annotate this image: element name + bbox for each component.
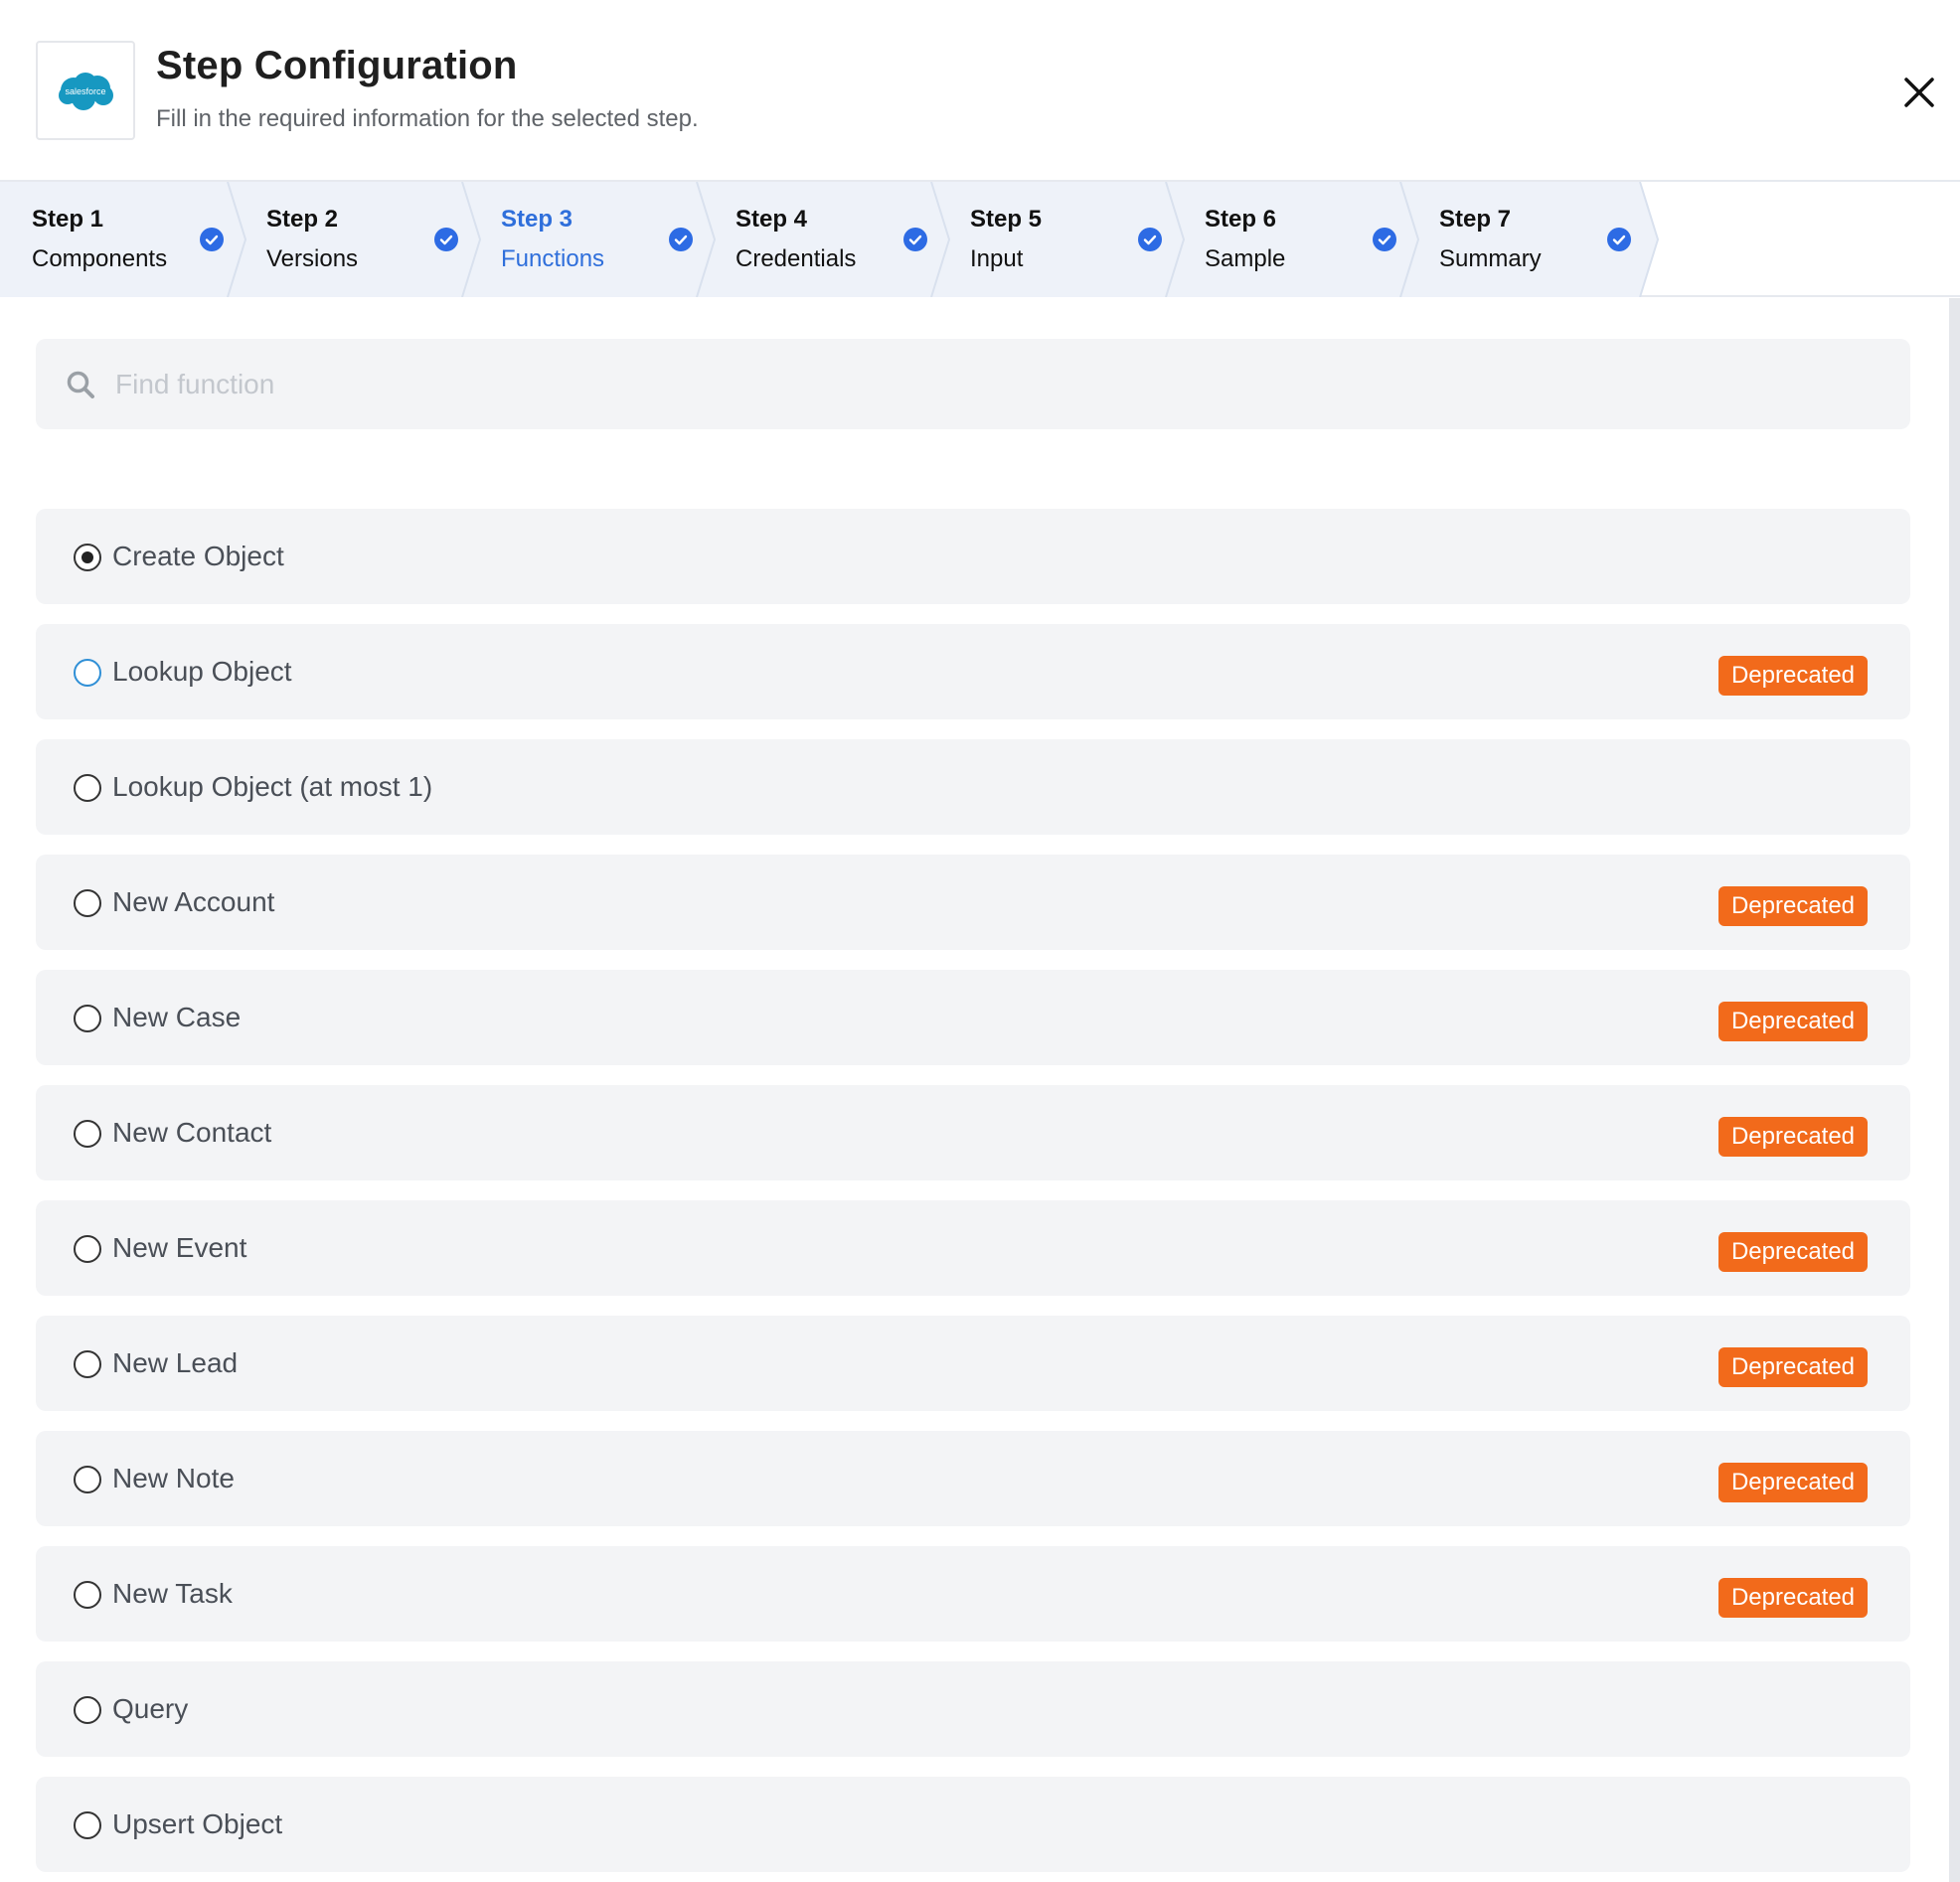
function-label: Lookup Object bbox=[112, 656, 292, 687]
close-button[interactable] bbox=[1892, 66, 1946, 119]
step-number: Step 3 bbox=[501, 206, 573, 233]
radio-button[interactable] bbox=[74, 1466, 101, 1493]
radio-button[interactable] bbox=[74, 1581, 101, 1609]
step-label: Components bbox=[32, 245, 168, 272]
step-3[interactable]: Step 3 Functions bbox=[469, 182, 704, 297]
radio-button[interactable] bbox=[74, 1811, 101, 1839]
step-5[interactable]: Step 5 Input bbox=[938, 182, 1173, 297]
check-circle-icon bbox=[1373, 228, 1396, 251]
radio-button[interactable] bbox=[74, 774, 101, 802]
deprecated-badge: Deprecated bbox=[1718, 1578, 1868, 1618]
function-label: New Case bbox=[112, 1002, 242, 1032]
salesforce-logo: salesforce bbox=[36, 41, 135, 140]
deprecated-badge: Deprecated bbox=[1718, 886, 1868, 926]
function-item-lookup-object-at-most-1[interactable]: Lookup Object (at most 1) bbox=[36, 739, 1910, 835]
radio-button[interactable] bbox=[74, 1696, 101, 1724]
step-label: Sample bbox=[1205, 245, 1286, 272]
function-label: Lookup Object (at most 1) bbox=[112, 771, 433, 802]
function-label: Create Object bbox=[112, 541, 284, 571]
check-circle-icon bbox=[903, 228, 927, 251]
radio-button[interactable] bbox=[74, 1350, 101, 1378]
step-number: Step 7 bbox=[1439, 206, 1512, 233]
radio-button[interactable] bbox=[74, 889, 101, 917]
check-circle-icon bbox=[200, 228, 224, 251]
radio-button[interactable] bbox=[74, 1235, 101, 1263]
function-item-new-task[interactable]: New Task Deprecated bbox=[36, 1546, 1910, 1642]
radio-button[interactable] bbox=[74, 659, 101, 687]
search-box[interactable] bbox=[36, 339, 1910, 429]
step-label: Functions bbox=[501, 245, 605, 272]
function-item-new-event[interactable]: New Event Deprecated bbox=[36, 1200, 1910, 1296]
salesforce-cloud-icon: salesforce bbox=[59, 73, 113, 110]
deprecated-badge: Deprecated bbox=[1718, 1463, 1868, 1502]
step-number: Step 5 bbox=[970, 206, 1043, 233]
scrollbar[interactable] bbox=[1949, 298, 1960, 1882]
function-label: New Contact bbox=[112, 1117, 272, 1148]
function-label: Query bbox=[112, 1693, 189, 1724]
step-6[interactable]: Step 6 Sample bbox=[1173, 182, 1407, 297]
step-number: Step 2 bbox=[266, 206, 339, 233]
step-label: Summary bbox=[1439, 245, 1542, 272]
step-label: Input bbox=[970, 245, 1024, 272]
function-label: New Event bbox=[112, 1232, 247, 1263]
deprecated-badge: Deprecated bbox=[1718, 1117, 1868, 1157]
radio-button[interactable] bbox=[74, 1120, 101, 1148]
check-circle-icon bbox=[1138, 228, 1162, 251]
function-list: Create Object Lookup Object Deprecated L… bbox=[36, 509, 1910, 1882]
deprecated-badge: Deprecated bbox=[1718, 656, 1868, 696]
function-item-upsert-object[interactable]: Upsert Object bbox=[36, 1777, 1910, 1872]
logo-text: salesforce bbox=[65, 86, 105, 96]
function-item-lookup-object[interactable]: Lookup Object Deprecated bbox=[36, 624, 1910, 719]
step-label: Credentials bbox=[735, 245, 857, 272]
step-number: Step 1 bbox=[32, 206, 104, 233]
function-label: New Lead bbox=[112, 1347, 239, 1378]
function-label: New Account bbox=[112, 886, 275, 917]
deprecated-badge: Deprecated bbox=[1718, 1347, 1868, 1387]
function-label: New Task bbox=[112, 1578, 233, 1609]
dialog-title: Step Configuration bbox=[156, 44, 518, 87]
function-item-new-contact[interactable]: New Contact Deprecated bbox=[36, 1085, 1910, 1180]
step-1[interactable]: Step 1 Components bbox=[0, 182, 235, 297]
check-circle-icon bbox=[434, 228, 458, 251]
dialog-subtitle: Fill in the required information for the… bbox=[156, 105, 699, 132]
function-label: New Note bbox=[112, 1463, 235, 1493]
deprecated-badge: Deprecated bbox=[1718, 1002, 1868, 1041]
step-7[interactable]: Step 7 Summary bbox=[1407, 182, 1642, 297]
radio-button[interactable] bbox=[74, 1005, 101, 1032]
step-2[interactable]: Step 2 Versions bbox=[235, 182, 469, 297]
step-number: Step 4 bbox=[735, 206, 808, 233]
step-label: Versions bbox=[266, 245, 359, 272]
function-item-query[interactable]: Query bbox=[36, 1661, 1910, 1757]
close-icon bbox=[1904, 78, 1934, 107]
check-circle-icon bbox=[669, 228, 693, 251]
radio-button[interactable] bbox=[74, 544, 101, 571]
step-number: Step 6 bbox=[1205, 206, 1277, 233]
step-progress-bar: Step 1 Components Step 2 Versions Step 3… bbox=[0, 180, 1960, 297]
function-item-new-account[interactable]: New Account Deprecated bbox=[36, 855, 1910, 950]
step-4[interactable]: Step 4 Credentials bbox=[704, 182, 938, 297]
search-icon bbox=[67, 371, 94, 398]
deprecated-badge: Deprecated bbox=[1718, 1232, 1868, 1272]
check-circle-icon bbox=[1607, 228, 1631, 251]
search-input[interactable] bbox=[115, 357, 1865, 412]
function-item-new-case[interactable]: New Case Deprecated bbox=[36, 970, 1910, 1065]
function-item-new-lead[interactable]: New Lead Deprecated bbox=[36, 1316, 1910, 1411]
function-label: Upsert Object bbox=[112, 1808, 283, 1839]
function-item-create-object[interactable]: Create Object bbox=[36, 509, 1910, 604]
function-item-new-note[interactable]: New Note Deprecated bbox=[36, 1431, 1910, 1526]
dialog-header: salesforce Step Configuration Fill in th… bbox=[0, 0, 1960, 180]
